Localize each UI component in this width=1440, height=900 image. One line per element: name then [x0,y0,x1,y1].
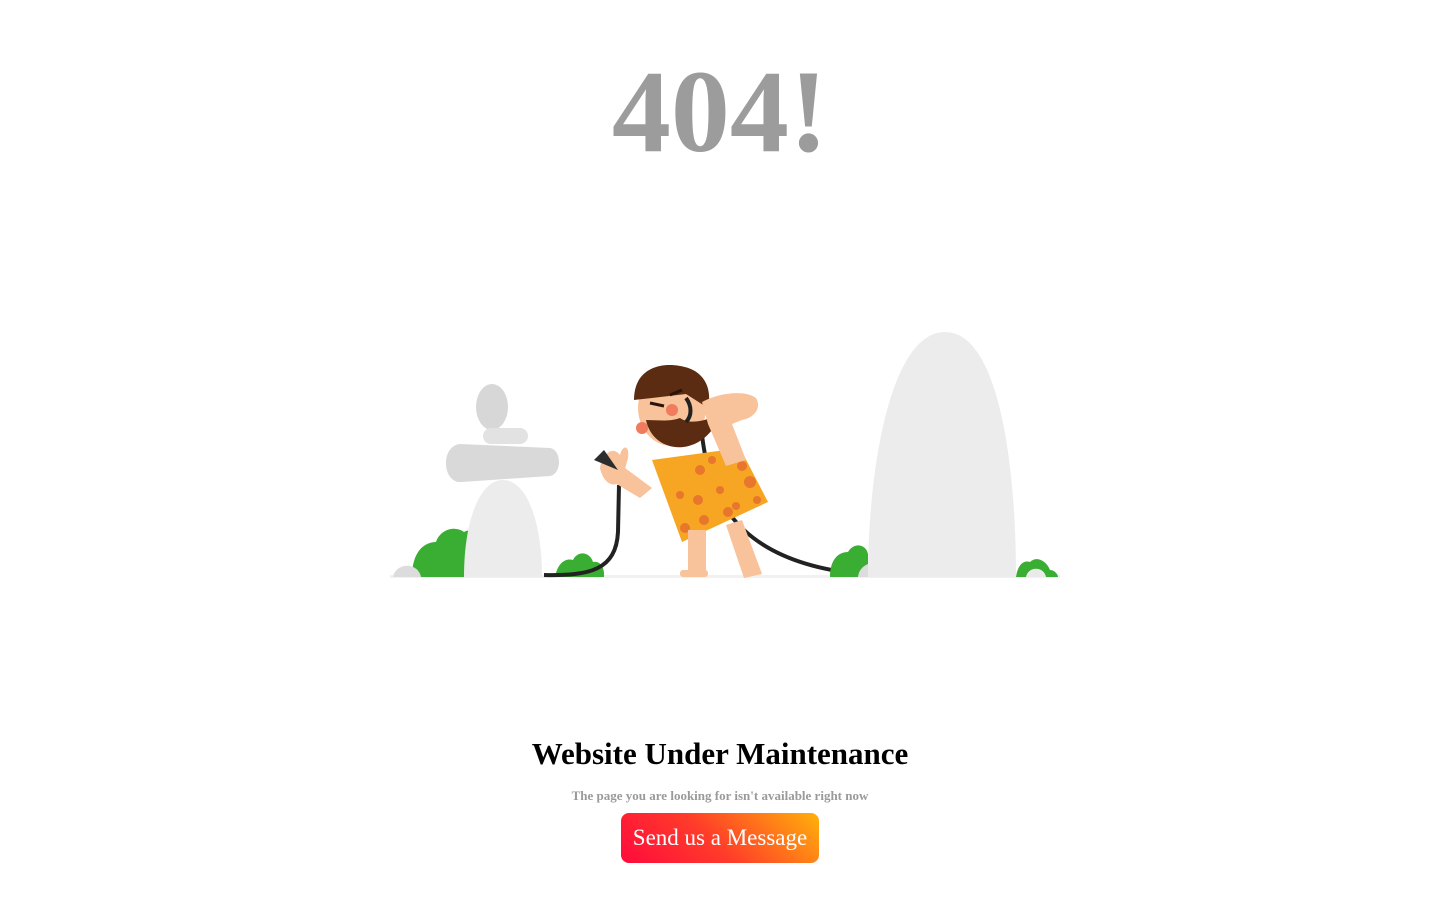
top-pebble-icon [476,384,508,430]
page-subtitle: The page you are looking for isn't avail… [571,788,869,803]
error-code: 404! [611,46,829,177]
caveman-with-phone-illustration [390,332,1060,578]
caveman-beard-icon [646,416,716,448]
left-foot-icon [680,570,708,577]
error-page: 404! Website Under Maintenance The page … [0,0,1440,900]
right-leg-icon [726,520,762,578]
left-boulder-icon [464,480,542,577]
flat-stone-icon [445,444,559,483]
right-boulder-icon [868,332,1016,577]
left-leg-icon [688,530,706,574]
middle-stone-icon [483,428,528,444]
page-title: Website Under Maintenance [531,736,909,771]
nose-icon [666,404,678,416]
send-message-button[interactable]: Send us a Message [621,813,819,863]
cheek-icon [636,422,648,434]
